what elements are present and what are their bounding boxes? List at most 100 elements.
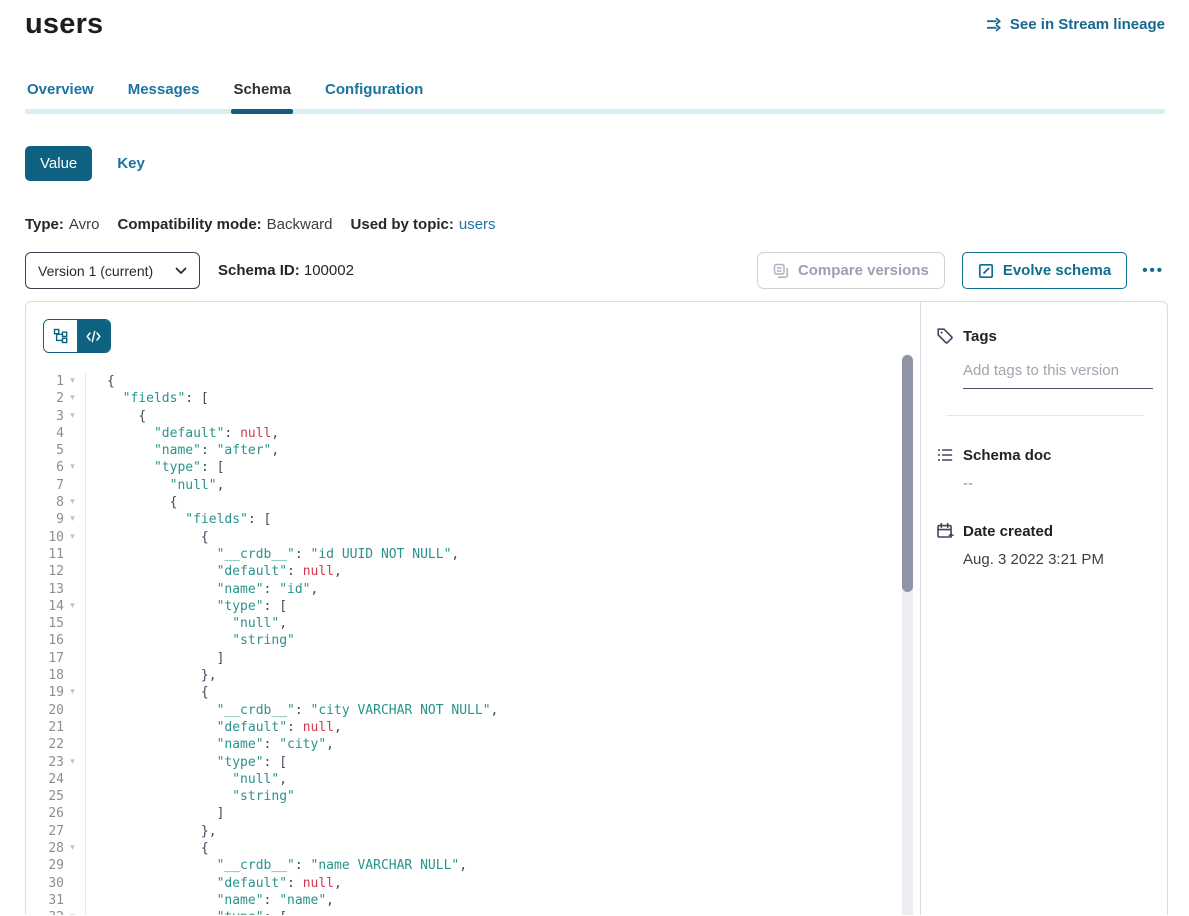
tab-overview[interactable]: Overview bbox=[25, 81, 96, 114]
gutter: 7 bbox=[43, 477, 86, 494]
fold-spacer bbox=[64, 857, 81, 874]
fold-spacer bbox=[64, 615, 81, 632]
fold-arrow-icon[interactable]: ▾ bbox=[64, 598, 81, 615]
code-line: 16 "string" bbox=[43, 632, 920, 649]
gutter: 6▾ bbox=[43, 459, 86, 476]
gutter: 17 bbox=[43, 650, 86, 667]
line-number: 26 bbox=[43, 805, 64, 822]
code-text: "type": [ bbox=[86, 909, 287, 915]
fold-arrow-icon[interactable]: ▾ bbox=[64, 684, 81, 701]
code-text: "string" bbox=[86, 788, 295, 805]
fold-spacer bbox=[64, 477, 81, 494]
evolve-schema-button[interactable]: Evolve schema bbox=[962, 252, 1127, 289]
fold-spacer bbox=[64, 581, 81, 598]
line-number: 19 bbox=[43, 684, 64, 701]
line-number: 7 bbox=[43, 477, 64, 494]
code-text: "fields": [ bbox=[86, 390, 209, 407]
line-number: 18 bbox=[43, 667, 64, 684]
fold-arrow-icon[interactable]: ▾ bbox=[64, 459, 81, 476]
calendar-plus-icon bbox=[936, 522, 954, 540]
fold-spacer bbox=[64, 632, 81, 649]
gutter: 30 bbox=[43, 875, 86, 892]
scrollbar-thumb[interactable] bbox=[902, 355, 913, 592]
tags-input[interactable] bbox=[963, 362, 1153, 389]
code-text: "type": [ bbox=[86, 459, 224, 476]
schema-id: Schema ID: 100002 bbox=[218, 262, 354, 279]
code-line: 4 "default": null, bbox=[43, 425, 920, 442]
tab-configuration[interactable]: Configuration bbox=[323, 81, 425, 114]
tab-schema[interactable]: Schema bbox=[231, 81, 293, 114]
fold-arrow-icon[interactable]: ▾ bbox=[64, 373, 81, 390]
stream-lineage-link[interactable]: See in Stream lineage bbox=[986, 16, 1165, 33]
code-line: 32▾ "type": [ bbox=[43, 909, 920, 915]
tree-view-icon bbox=[53, 328, 69, 344]
fold-spacer bbox=[64, 546, 81, 563]
code-line: 29 "__crdb__": "name VARCHAR NULL", bbox=[43, 857, 920, 874]
line-number: 15 bbox=[43, 615, 64, 632]
code-text: }, bbox=[86, 667, 217, 684]
doc-list-icon bbox=[936, 446, 954, 464]
more-options-button[interactable]: ••• bbox=[1140, 258, 1166, 283]
compare-versions-button[interactable]: Compare versions bbox=[757, 252, 945, 289]
code-text: ] bbox=[86, 805, 224, 822]
code-view-button[interactable] bbox=[77, 320, 110, 352]
fold-spacer bbox=[64, 892, 81, 909]
gutter: 16 bbox=[43, 632, 86, 649]
fold-spacer bbox=[64, 875, 81, 892]
line-number: 21 bbox=[43, 719, 64, 736]
topic-link[interactable]: users bbox=[459, 216, 496, 233]
code-text: "__crdb__": "name VARCHAR NULL", bbox=[86, 857, 467, 874]
gutter: 29 bbox=[43, 857, 86, 874]
code-line: 30 "default": null, bbox=[43, 875, 920, 892]
fold-arrow-icon[interactable]: ▾ bbox=[64, 529, 81, 546]
code-text: "null", bbox=[86, 615, 287, 632]
fold-arrow-icon[interactable]: ▾ bbox=[64, 909, 81, 915]
line-number: 8 bbox=[43, 494, 64, 511]
compatibility-label: Compatibility mode: bbox=[117, 216, 261, 233]
code-line: 2▾ "fields": [ bbox=[43, 390, 920, 407]
gutter: 21 bbox=[43, 719, 86, 736]
line-number: 13 bbox=[43, 581, 64, 598]
code-line: 23▾ "type": [ bbox=[43, 754, 920, 771]
code-line: 14▾ "type": [ bbox=[43, 598, 920, 615]
value-toggle-button[interactable]: Value bbox=[25, 146, 92, 181]
schema-doc-title: Schema doc bbox=[963, 447, 1051, 464]
fold-arrow-icon[interactable]: ▾ bbox=[64, 511, 81, 528]
code-line: 18 }, bbox=[43, 667, 920, 684]
version-select[interactable]: Version 1 (current) bbox=[25, 252, 200, 289]
code-line: 6▾ "type": [ bbox=[43, 459, 920, 476]
fold-spacer bbox=[64, 823, 81, 840]
code-text: "string" bbox=[86, 632, 295, 649]
line-number: 29 bbox=[43, 857, 64, 874]
tab-messages[interactable]: Messages bbox=[126, 81, 202, 114]
fold-arrow-icon[interactable]: ▾ bbox=[64, 754, 81, 771]
code-line: 1▾{ bbox=[43, 373, 920, 390]
schema-id-label: Schema ID: bbox=[218, 262, 300, 279]
line-number: 23 bbox=[43, 754, 64, 771]
fold-spacer bbox=[64, 650, 81, 667]
key-toggle-button[interactable]: Key bbox=[117, 155, 145, 172]
tree-view-button[interactable] bbox=[44, 320, 77, 352]
fold-arrow-icon[interactable]: ▾ bbox=[64, 408, 81, 425]
page-title: users bbox=[25, 8, 103, 41]
code-view-icon bbox=[86, 330, 101, 343]
type-label: Type: bbox=[25, 216, 64, 233]
line-number: 31 bbox=[43, 892, 64, 909]
line-number: 4 bbox=[43, 425, 64, 442]
code-line: 21 "default": null, bbox=[43, 719, 920, 736]
fold-arrow-icon[interactable]: ▾ bbox=[64, 840, 81, 857]
line-number: 27 bbox=[43, 823, 64, 840]
code-line: 15 "null", bbox=[43, 615, 920, 632]
line-number: 10 bbox=[43, 529, 64, 546]
code-text: "default": null, bbox=[86, 425, 279, 442]
schema-doc-value: -- bbox=[963, 475, 1151, 492]
schema-doc-section-header: Schema doc bbox=[936, 446, 1151, 464]
code-line: 5 "name": "after", bbox=[43, 442, 920, 459]
gutter: 4 bbox=[43, 425, 86, 442]
date-created-title: Date created bbox=[963, 523, 1053, 540]
schema-sidebar: Tags Schema doc -- bbox=[920, 302, 1167, 915]
scrollbar-track[interactable] bbox=[902, 354, 913, 915]
fold-arrow-icon[interactable]: ▾ bbox=[64, 390, 81, 407]
code-text: { bbox=[86, 529, 209, 546]
fold-arrow-icon[interactable]: ▾ bbox=[64, 494, 81, 511]
